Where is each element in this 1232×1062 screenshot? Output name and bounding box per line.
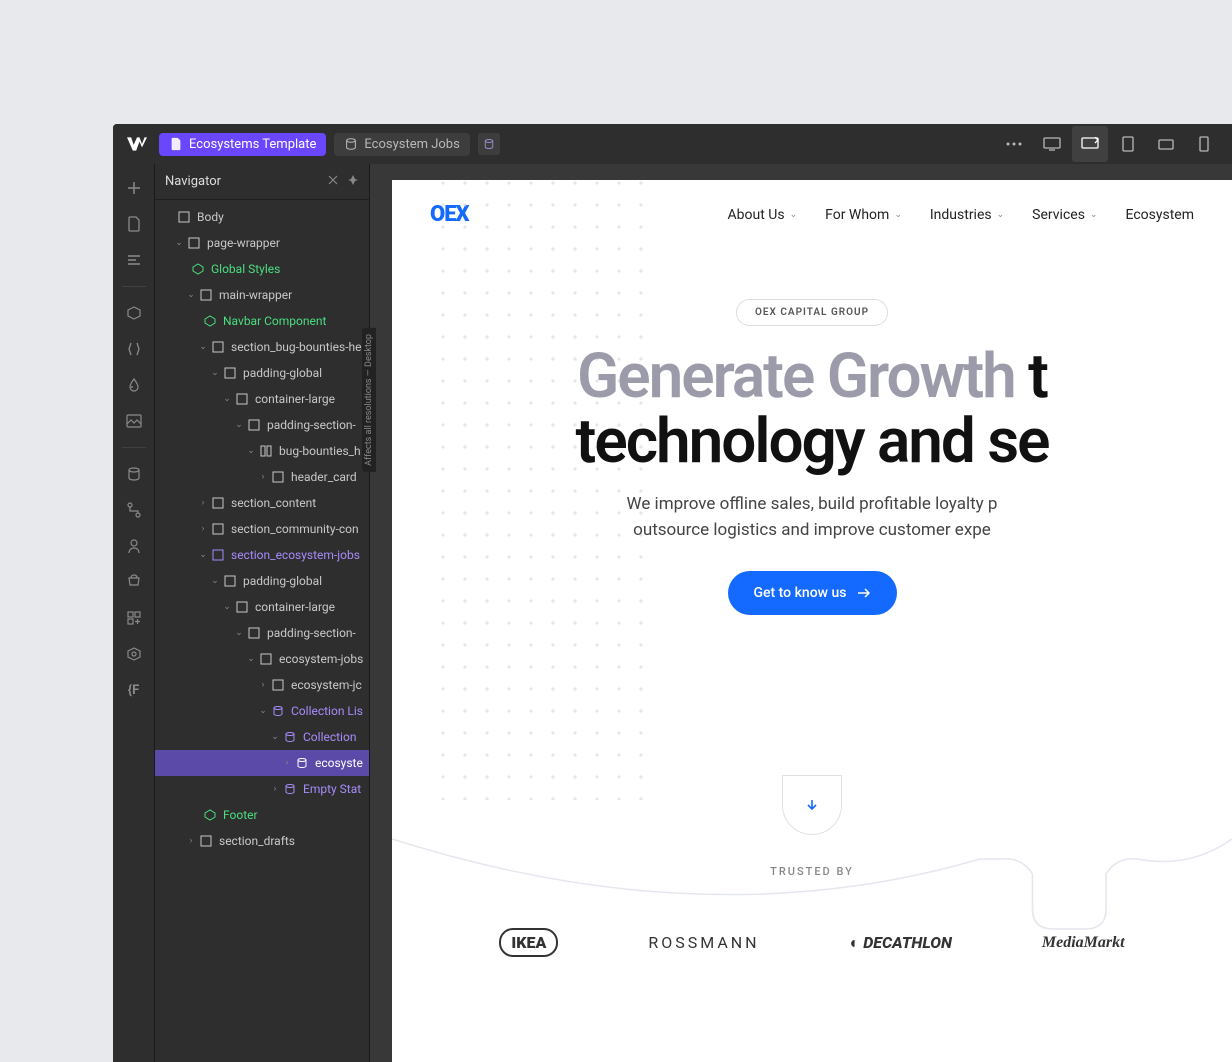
chevron-down-icon: ⌄ (894, 210, 902, 220)
breakpoint-indicator[interactable]: Affects all resolutions — Desktop (362, 328, 376, 472)
logic-button[interactable] (118, 494, 150, 526)
tree-node-ecosystem-jobs[interactable]: ⌄ecosystem-jobs (155, 646, 369, 672)
arrow-down-icon (805, 798, 819, 812)
style-button[interactable] (118, 369, 150, 401)
tree-node-bug-bounties-h[interactable]: ⌄bug-bounties_h (155, 438, 369, 464)
tree-node-section-drafts[interactable]: ›section_drafts (155, 828, 369, 854)
tab-label: Ecosystem Jobs (364, 137, 459, 152)
tree-node-padding-section-2[interactable]: ⌄padding-section- (155, 620, 369, 646)
canvas-preview[interactable]: OEX About Us⌄ For Whom⌄ Industries⌄ Serv… (392, 180, 1232, 1062)
hero-badge: OEX CAPITAL GROUP (736, 299, 888, 326)
tree-node-padding-global-1[interactable]: ⌄padding-global (155, 360, 369, 386)
chevron-down-icon: ⌄ (1090, 210, 1098, 220)
tablet-button[interactable] (1110, 126, 1146, 162)
navigator-title: Navigator (165, 174, 221, 189)
nav-about[interactable]: About Us⌄ (728, 207, 798, 223)
finsweet-button[interactable]: {F (118, 674, 150, 706)
tool-rail: {F (113, 164, 155, 1062)
tree-node-main-wrapper[interactable]: ⌄main-wrapper (155, 282, 369, 308)
tree-node-footer[interactable]: Footer (155, 802, 369, 828)
tree-node-body[interactable]: Body (155, 204, 369, 230)
assets-button[interactable] (118, 405, 150, 437)
database-icon (483, 138, 495, 150)
nav-ecosystem[interactable]: Ecosystem (1126, 207, 1195, 223)
arrow-right-icon (857, 588, 871, 598)
desktop-button[interactable] (1072, 126, 1108, 162)
tree-node-collection[interactable]: ⌄Collection (155, 724, 369, 750)
tree-node-padding-global-2[interactable]: ⌄padding-global (155, 568, 369, 594)
tab-ecosystem-jobs[interactable]: Ecosystem Jobs (334, 133, 469, 156)
tree-node-global-styles[interactable]: Global Styles (155, 256, 369, 282)
variables-button[interactable] (118, 333, 150, 365)
cms-button[interactable] (118, 458, 150, 490)
tree-node-navbar-component[interactable]: Navbar Component (155, 308, 369, 334)
device-switcher (996, 126, 1222, 162)
nav-industries[interactable]: Industries⌄ (930, 207, 1004, 223)
brand-logo-row: IKEA ROSSMANN ◐ DECATHLON MediaMarkt (392, 928, 1232, 957)
users-button[interactable] (118, 530, 150, 562)
tree-node-section-bug[interactable]: ⌄section_bug-bounties-he (155, 334, 369, 360)
trusted-label: TRUSTED BY (392, 865, 1232, 878)
mobile-landscape-button[interactable] (1148, 126, 1184, 162)
collapse-icon[interactable] (327, 174, 339, 190)
top-bar: Ecosystems Template Ecosystem Jobs (113, 124, 1232, 164)
tree-node-section-content[interactable]: ›section_content (155, 490, 369, 516)
tree-node-padding-section-1[interactable]: ⌄padding-section- (155, 412, 369, 438)
chevron-down-icon: ⌄ (997, 210, 1005, 220)
brand-rossmann: ROSSMANN (648, 933, 759, 952)
webflow-logo-icon[interactable] (123, 130, 151, 158)
tree-node-page-wrapper[interactable]: ⌄page-wrapper (155, 230, 369, 256)
components-button[interactable] (118, 297, 150, 329)
tree-node-section-community[interactable]: ›section_community-con (155, 516, 369, 542)
brand-mediamarkt: MediaMarkt (1042, 934, 1125, 952)
pages-button[interactable] (118, 208, 150, 240)
tree-node-header-card[interactable]: ›header_card (155, 464, 369, 490)
settings-button[interactable] (118, 638, 150, 670)
tree-node-ecosyste-selected[interactable]: ›ecosyste (155, 750, 369, 776)
scroll-down-button[interactable] (782, 775, 842, 835)
ecommerce-button[interactable] (118, 566, 150, 598)
desktop-large-button[interactable] (1034, 126, 1070, 162)
chevron-down-icon: ⌄ (790, 210, 798, 220)
page-icon (169, 137, 183, 151)
navigator-header: Navigator (155, 164, 369, 200)
apps-button[interactable] (118, 602, 150, 634)
pin-icon[interactable] (347, 174, 359, 190)
mobile-button[interactable] (1186, 126, 1222, 162)
nav-services[interactable]: Services⌄ (1032, 207, 1097, 223)
cta-button[interactable]: Get to know us (728, 571, 897, 615)
tree-node-section-ecosystem-jobs[interactable]: ⌄section_ecosystem-jobs (155, 542, 369, 568)
tree-node-empty-state[interactable]: ›Empty Stat (155, 776, 369, 802)
tree-node-collection-list[interactable]: ⌄Collection Lis (155, 698, 369, 724)
tree-node-container-large-2[interactable]: ⌄container-large (155, 594, 369, 620)
tree-node-container-large-1[interactable]: ⌄container-large (155, 386, 369, 412)
hero-section: OEX CAPITAL GROUP Generate Growth t tech… (392, 249, 1232, 957)
tab-ecosystems-template[interactable]: Ecosystems Template (159, 133, 326, 156)
navigator-button[interactable] (118, 244, 150, 276)
database-icon (344, 137, 358, 151)
navigator-tree: Body ⌄page-wrapper Global Styles ⌄main-w… (155, 200, 369, 1062)
brand-ikea: IKEA (499, 928, 558, 957)
nav-forwhom[interactable]: For Whom⌄ (825, 207, 902, 223)
canvas-wrap: OEX About Us⌄ For Whom⌄ Industries⌄ Serv… (370, 164, 1232, 1062)
more-button[interactable] (996, 126, 1032, 162)
hero-subtext: We improve offline sales, build profitab… (392, 492, 1232, 543)
brand-decathlon: ◐ DECATHLON (850, 933, 952, 953)
tab-label: Ecosystems Template (189, 137, 316, 152)
tree-node-ecosystem-jc[interactable]: ›ecosystem-jc (155, 672, 369, 698)
add-element-button[interactable] (118, 172, 150, 204)
tab-extra-button[interactable] (478, 133, 500, 155)
trusted-section: TRUSTED BY IKEA ROSSMANN ◐ DECATHLON Med… (392, 865, 1232, 957)
hero-heading: Generate Growth t technology and se (392, 344, 1232, 474)
navigator-panel: Navigator Body ⌄page-wrapper Global Styl… (155, 164, 370, 1062)
